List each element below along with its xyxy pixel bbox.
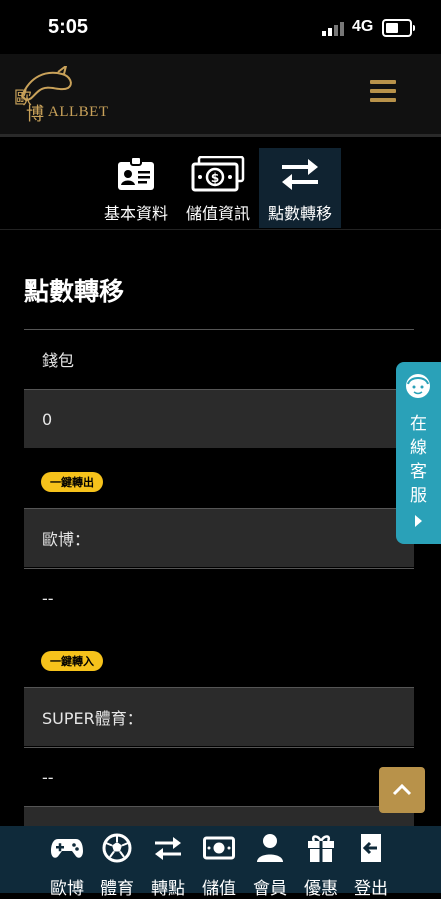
member-tabs: 基本資料 $ 儲值資訊 點數轉移 [95,148,341,228]
nav-label: 體育 [100,879,134,899]
super-label-row: SUPER體育： [24,687,414,746]
transfer-out-button[interactable]: 一鍵轉出 [41,472,103,492]
logo-char-2: 博 [26,104,44,125]
super-value-row: -- [24,747,414,806]
nav-transfer[interactable]: 轉點 [142,826,194,899]
nav-label: 優惠 [304,879,338,899]
nav-label: 登出 [354,879,388,899]
allbet-value-row: -- [24,568,414,627]
wallet-value-row: 0 [24,389,414,448]
money-icon: $ [191,156,245,192]
user-icon [257,834,283,862]
signal-icon [322,22,344,36]
support-char: 在 [410,414,427,434]
network-type: 4G [352,18,374,35]
support-char: 客 [410,462,427,482]
online-support-tab[interactable]: 在 線 客 服 [396,362,441,544]
status-time: 5:05 [48,16,89,38]
chevron-right-icon [415,515,422,527]
wallet-label: 錢包 [42,351,75,370]
next-row [24,806,414,826]
super-label: SUPER體育： [42,709,143,728]
support-char: 線 [410,438,427,458]
tab-basic-info[interactable]: 基本資料 [95,148,177,228]
id-card-icon [118,156,154,190]
transfer-in-button[interactable]: 一鍵轉入 [41,651,103,671]
wallet-value: 0 [42,409,53,429]
nav-label: 歐博 [50,879,84,899]
cash-icon [203,836,235,860]
nav-label: 會員 [253,879,287,899]
nav-deposit[interactable]: 儲值 [193,826,245,899]
svg-text:$: $ [211,171,219,185]
status-bar: 5:05 4G [0,0,441,54]
bottom-nav: 歐博 體育 轉點 儲值 會員 優惠 登出 [0,826,441,899]
support-char: 服 [410,486,427,506]
page-title: 點數轉移 [24,277,125,306]
allbet-logo[interactable]: 歐 博 ALLBET [12,66,112,125]
nav-logout[interactable]: 登出 [345,826,397,899]
super-value: -- [42,767,54,787]
soccer-ball-icon [102,833,132,863]
logo-text: ALLBET [48,104,109,120]
wallet-label-row: 錢包 [24,329,414,388]
allbet-value: -- [42,588,54,608]
nav-member[interactable]: 會員 [244,826,296,899]
nav-label: 轉點 [151,879,185,899]
transfer-icon [282,159,318,190]
tab-points-transfer[interactable]: 點數轉移 [259,148,341,228]
tab-label: 基本資料 [103,204,168,223]
tab-label: 儲值資訊 [185,204,250,223]
support-agent-icon [406,374,430,398]
logout-icon [361,834,381,862]
battery-icon [382,19,415,37]
nav-sports[interactable]: 體育 [91,826,143,899]
gamepad-icon [51,839,83,858]
back-to-top-button[interactable] [379,767,425,813]
tabs-divider [0,229,441,230]
site-header: 歐 博 ALLBET [0,54,441,137]
support-label: 在 線 客 服 [396,412,441,508]
nav-allbet[interactable]: 歐博 [41,826,93,899]
tab-label: 點數轉移 [267,204,332,223]
tab-deposit-info[interactable]: $ 儲值資訊 [177,148,259,228]
nav-label: 儲值 [202,879,236,899]
gift-icon [308,835,334,862]
hamburger-menu-icon[interactable] [370,80,396,102]
transfer-icon [155,837,181,860]
allbet-label-row: 歐博： [24,508,414,567]
nav-promotions[interactable]: 優惠 [295,826,347,899]
chevron-up-icon [392,784,412,796]
allbet-label: 歐博： [42,530,91,549]
